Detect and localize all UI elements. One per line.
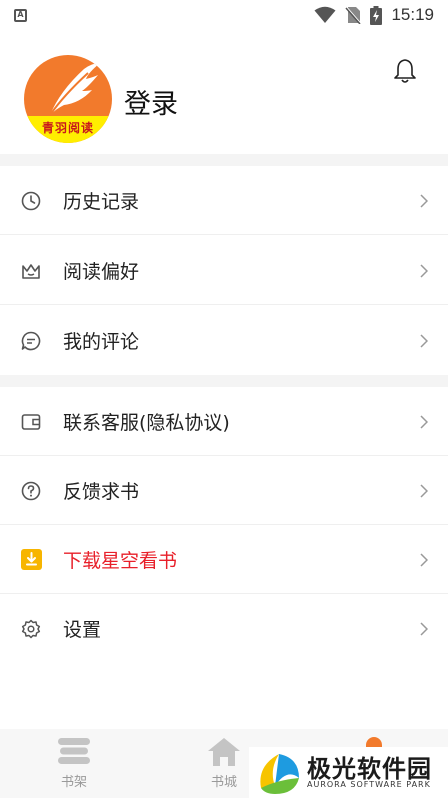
menu-item-download-app[interactable]: 下载星空看书 — [0, 525, 448, 594]
chevron-right-icon — [420, 263, 428, 278]
clock-icon — [20, 190, 42, 212]
avatar[interactable]: 青羽阅读 — [24, 55, 112, 143]
login-button[interactable]: 登录 — [124, 82, 178, 121]
chevron-right-icon — [420, 193, 428, 208]
menu-item-label: 阅读偏好 — [63, 261, 140, 283]
menu-item-label: 设置 — [63, 619, 102, 641]
battery-charging-icon — [370, 5, 383, 25]
menu-item-my-comments[interactable]: 我的评论 — [0, 306, 448, 375]
chevron-right-icon — [420, 333, 428, 348]
home-icon — [208, 738, 240, 766]
notification-a-icon: A — [14, 8, 27, 22]
chevron-right-icon — [420, 621, 428, 636]
chevron-right-icon — [420, 414, 428, 429]
comment-icon — [20, 330, 42, 352]
menu-item-label: 反馈求书 — [63, 481, 140, 503]
menu-item-label: 联系客服(隐私协议) — [63, 412, 230, 434]
menu-item-reading-preference[interactable]: 阅读偏好 — [0, 236, 448, 305]
chevron-right-icon — [420, 552, 428, 567]
status-bar: A 15:19 — [0, 0, 448, 30]
tab-bookshelf[interactable]: 书架 — [24, 729, 124, 798]
section-divider — [0, 375, 448, 387]
menu-item-label: 历史记录 — [63, 191, 140, 213]
chevron-right-icon — [420, 483, 428, 498]
crown-icon — [20, 260, 42, 282]
bookshelf-icon — [58, 738, 90, 764]
profile-header: 青羽阅读 登录 — [0, 30, 448, 154]
watermark-subtitle: AURORA SOFTWARE PARK — [307, 780, 431, 789]
menu-item-label: 我的评论 — [63, 331, 140, 353]
section-divider — [0, 154, 448, 166]
menu-item-history[interactable]: 历史记录 — [0, 166, 448, 235]
feather-logo-icon — [49, 63, 100, 116]
no-sim-icon — [345, 6, 362, 24]
clock-time: 15:19 — [391, 5, 434, 24]
download-icon — [20, 549, 42, 571]
question-icon — [20, 480, 42, 502]
watermark-title: 极光软件园 — [307, 755, 432, 783]
menu-item-contact-service[interactable]: 联系客服(隐私协议) — [0, 387, 448, 456]
gear-icon — [20, 618, 42, 640]
wallet-icon — [20, 411, 42, 433]
avatar-brand-text: 青羽阅读 — [24, 116, 112, 143]
wifi-icon — [314, 6, 336, 23]
bell-icon[interactable] — [393, 58, 417, 84]
menu-item-label: 下载星空看书 — [63, 550, 178, 572]
tab-label: 书架 — [60, 775, 87, 790]
aurora-logo-icon — [260, 754, 299, 794]
watermark: 极光软件园 AURORA SOFTWARE PARK — [249, 747, 448, 798]
menu-item-feedback[interactable]: 反馈求书 — [0, 456, 448, 525]
menu-item-settings[interactable]: 设置 — [0, 594, 448, 663]
